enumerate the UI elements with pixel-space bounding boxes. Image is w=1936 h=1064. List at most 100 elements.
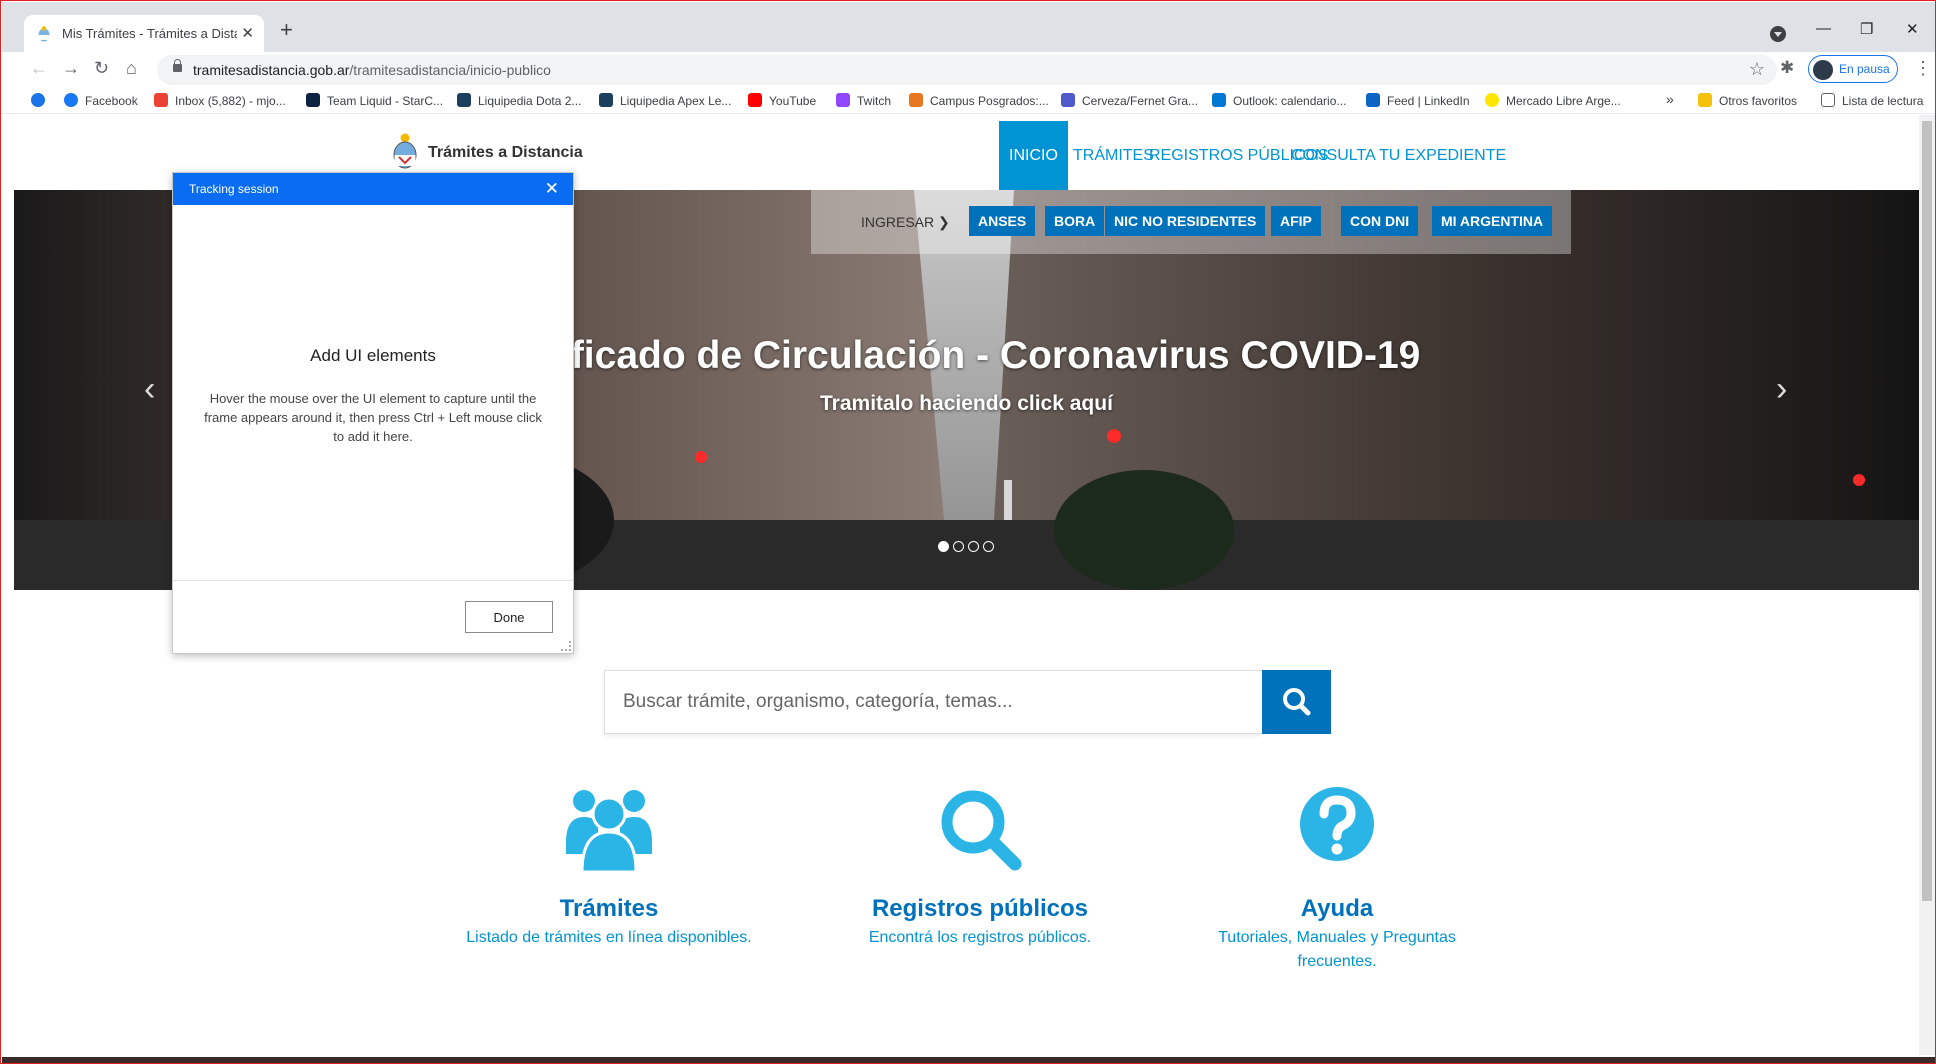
login-nic-button[interactable]: NIC NO RESIDENTES (1105, 206, 1266, 236)
bookmarks-overflow-icon[interactable]: » (1666, 91, 1674, 107)
back-arrow-icon[interactable]: ← (30, 58, 48, 79)
lock-icon (173, 59, 182, 72)
bookmark-star-icon[interactable]: ☆ (1749, 59, 1765, 80)
people-icon (566, 790, 652, 874)
page-scrollbar[interactable] (1919, 115, 1935, 1055)
tab-strip: Mis Trámites - Trámites a Distancia ✕ + … (2, 2, 1935, 52)
nav-inicio[interactable]: INICIO (999, 121, 1068, 190)
search-icon (1283, 688, 1311, 716)
bookmark-item[interactable]: Facebook (64, 93, 138, 108)
close-icon[interactable]: ✕ (545, 179, 559, 199)
liquipedia-icon (457, 93, 471, 107)
login-dni-button[interactable]: CON DNI (1341, 206, 1419, 236)
browser-toolbar: ← → ↻ ⌂ tramitesadistancia.gob.ar/tramit… (2, 52, 1935, 88)
carousel-dot[interactable] (968, 541, 979, 552)
bookmark-item[interactable]: Cerveza/Fernet Gra... (1061, 93, 1198, 108)
dialog-description: Hover the mouse over the UI element to c… (204, 391, 542, 444)
folder-icon (1698, 93, 1712, 107)
url-text[interactable]: tramitesadistancia.gob.ar/tramitesadista… (193, 62, 551, 78)
reading-list-icon (1821, 93, 1835, 107)
search-input[interactable] (604, 670, 1262, 734)
profile-button[interactable]: En pausa (1808, 55, 1898, 83)
bookmarks-bar: Facebook Inbox (5,882) - mjo... Team Liq… (2, 88, 1935, 114)
carousel-next-icon[interactable]: › (1776, 370, 1787, 409)
youtube-icon (748, 93, 762, 107)
bookmark-item[interactable]: Team Liquid - StarC... (306, 93, 443, 108)
bookmarks-settings-icon[interactable] (31, 93, 45, 108)
campus-icon (909, 93, 923, 107)
login-bora-button[interactable]: BORA (1045, 206, 1105, 236)
done-button[interactable]: Done (465, 601, 553, 633)
tab-search-icon[interactable] (1770, 26, 1786, 42)
search-box (604, 670, 1334, 734)
login-mi-argentina-button[interactable]: MI ARGENTINA (1432, 206, 1553, 236)
magnifier-icon (941, 790, 1022, 871)
minimize-button[interactable]: — (1816, 20, 1831, 37)
reload-icon[interactable]: ↻ (94, 58, 109, 79)
new-tab-button[interactable]: + (280, 19, 293, 41)
reading-list[interactable]: Lista de lectura (1821, 93, 1923, 108)
feature-title[interactable]: Ayuda (1177, 895, 1497, 923)
login-anses-button[interactable]: ANSES (969, 206, 1036, 236)
menu-kebab-icon[interactable]: ⋮ (1914, 58, 1932, 79)
bookmark-item[interactable]: Inbox (5,882) - mjo... (154, 93, 286, 108)
bookmark-item[interactable]: Feed | LinkedIn (1366, 93, 1470, 108)
extensions-puzzle-icon[interactable]: ✱ (1780, 58, 1794, 78)
feature-description: Encontrá los registros públicos. (868, 929, 1092, 946)
carousel-prev-icon[interactable]: ‹ (144, 370, 155, 409)
avatar (1813, 60, 1833, 80)
bookmark-item[interactable]: YouTube (748, 93, 816, 108)
tracking-session-dialog: Tracking session ✕ Add UI elements Hover… (172, 172, 574, 654)
window-close-button[interactable]: ✕ (1906, 20, 1919, 38)
profile-status: En pausa (1839, 62, 1890, 76)
nav-consulta-expediente[interactable]: CONSULTA TU EXPEDIENTE (1291, 121, 1506, 190)
address-bar[interactable]: tramitesadistancia.gob.ar/tramitesadista… (157, 55, 1777, 85)
tab-close-icon[interactable]: ✕ (241, 24, 254, 42)
question-icon (1300, 787, 1374, 861)
carousel-dot[interactable] (983, 541, 994, 552)
hero-subtitle[interactable]: Tramitalo haciendo click aquí (820, 392, 1113, 416)
facebook-icon (64, 93, 78, 107)
login-afip-button[interactable]: AFIP (1271, 206, 1321, 236)
hero-title[interactable]: tificado de Circulación - Coronavirus CO… (547, 334, 1420, 378)
twitch-icon (836, 93, 850, 107)
team-liquid-icon (306, 93, 320, 107)
taskbar-strip (2, 1057, 1935, 1063)
teams-icon (1061, 93, 1075, 107)
other-bookmarks-folder[interactable]: Otros favoritos (1698, 93, 1797, 108)
scrollbar-thumb[interactable] (1922, 121, 1932, 901)
carousel-dot[interactable] (938, 541, 949, 552)
dialog-title: Add UI elements (310, 346, 436, 365)
browser-window: Mis Trámites - Trámites a Distancia ✕ + … (0, 0, 1936, 1064)
argentina-coat-of-arms-icon (393, 133, 417, 169)
bookmark-item[interactable]: Liquipedia Apex Le... (599, 93, 731, 108)
forward-arrow-icon[interactable]: → (62, 58, 80, 79)
dialog-header[interactable]: Tracking session ✕ (173, 173, 573, 205)
bookmark-item[interactable]: Liquipedia Dota 2... (457, 93, 581, 108)
home-icon[interactable]: ⌂ (126, 58, 137, 79)
tab-title: Mis Trámites - Trámites a Distancia (62, 26, 237, 41)
dialog-header-title: Tracking session (189, 182, 279, 196)
ingresar-label: INGRESAR ❯ (861, 214, 950, 230)
nav-tramites[interactable]: TRÁMITES (1073, 121, 1154, 190)
feature-title[interactable]: Trámites (449, 895, 769, 923)
bookmark-item[interactable]: Mercado Libre Arge... (1485, 93, 1621, 108)
carousel-dot[interactable] (953, 541, 964, 552)
outlook-icon (1212, 93, 1226, 107)
restore-button[interactable]: ❐ (1860, 20, 1873, 38)
bookmark-item[interactable]: Outlook: calendario... (1212, 93, 1346, 108)
feature-description: Tutoriales, Manuales y Preguntas frecuen… (1218, 929, 1456, 970)
argentina-shield-icon (38, 26, 50, 42)
feature-title[interactable]: Registros públicos (820, 895, 1140, 923)
linkedin-icon (1366, 93, 1380, 107)
active-tab[interactable]: Mis Trámites - Trámites a Distancia ✕ (24, 15, 264, 52)
mercadolibre-icon (1485, 93, 1499, 107)
bookmark-item[interactable]: Twitch (836, 93, 891, 108)
feature-description: Listado de trámites en línea disponibles… (466, 929, 752, 946)
site-brand-name: Trámites a Distancia (428, 144, 583, 161)
search-button[interactable] (1262, 670, 1331, 734)
liquipedia-icon (599, 93, 613, 107)
bookmark-item[interactable]: Campus Posgrados:... (909, 93, 1049, 108)
dialog-divider (173, 580, 573, 581)
resize-grip-icon[interactable] (561, 641, 571, 651)
